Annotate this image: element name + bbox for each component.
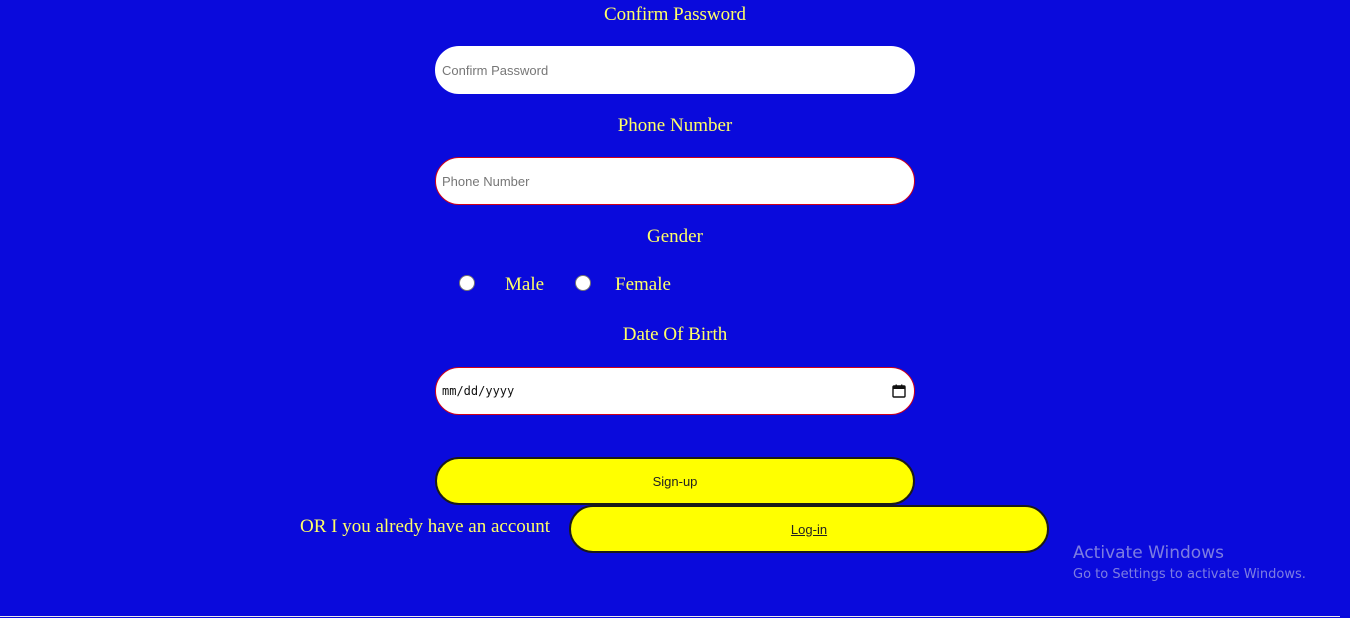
male-radio-label: Male — [505, 274, 545, 295]
gender-label: Gender — [647, 226, 703, 247]
female-radio-label: Female — [615, 274, 671, 295]
confirm-password-input[interactable] — [442, 62, 908, 78]
phone-number-label: Phone Number — [617, 115, 733, 136]
female-radio[interactable] — [575, 275, 591, 291]
calendar-icon[interactable] — [892, 384, 906, 398]
bottom-divider — [0, 616, 1340, 617]
date-placeholder: mm/dd/yyyy — [442, 384, 515, 398]
confirm-password-label: Confirm Password — [604, 4, 746, 25]
login-button-label: Log-in — [790, 521, 828, 537]
login-button[interactable]: Log-in — [569, 505, 1049, 553]
activate-windows-title: Activate Windows — [1073, 543, 1224, 563]
date-of-birth-label: Date Of Birth — [622, 324, 728, 345]
confirm-password-field-wrapper — [435, 46, 915, 94]
activate-windows-subtitle: Go to Settings to activate Windows. — [1073, 567, 1306, 582]
date-of-birth-input[interactable]: mm/dd/yyyy — [435, 367, 915, 415]
male-radio[interactable] — [459, 275, 475, 291]
phone-number-field-wrapper — [435, 157, 915, 205]
phone-number-input[interactable] — [442, 173, 908, 189]
login-prompt-text: OR I you alredy have an account — [300, 516, 551, 537]
signup-button-label: Sign-up — [652, 473, 698, 489]
signup-button[interactable]: Sign-up — [435, 457, 915, 505]
